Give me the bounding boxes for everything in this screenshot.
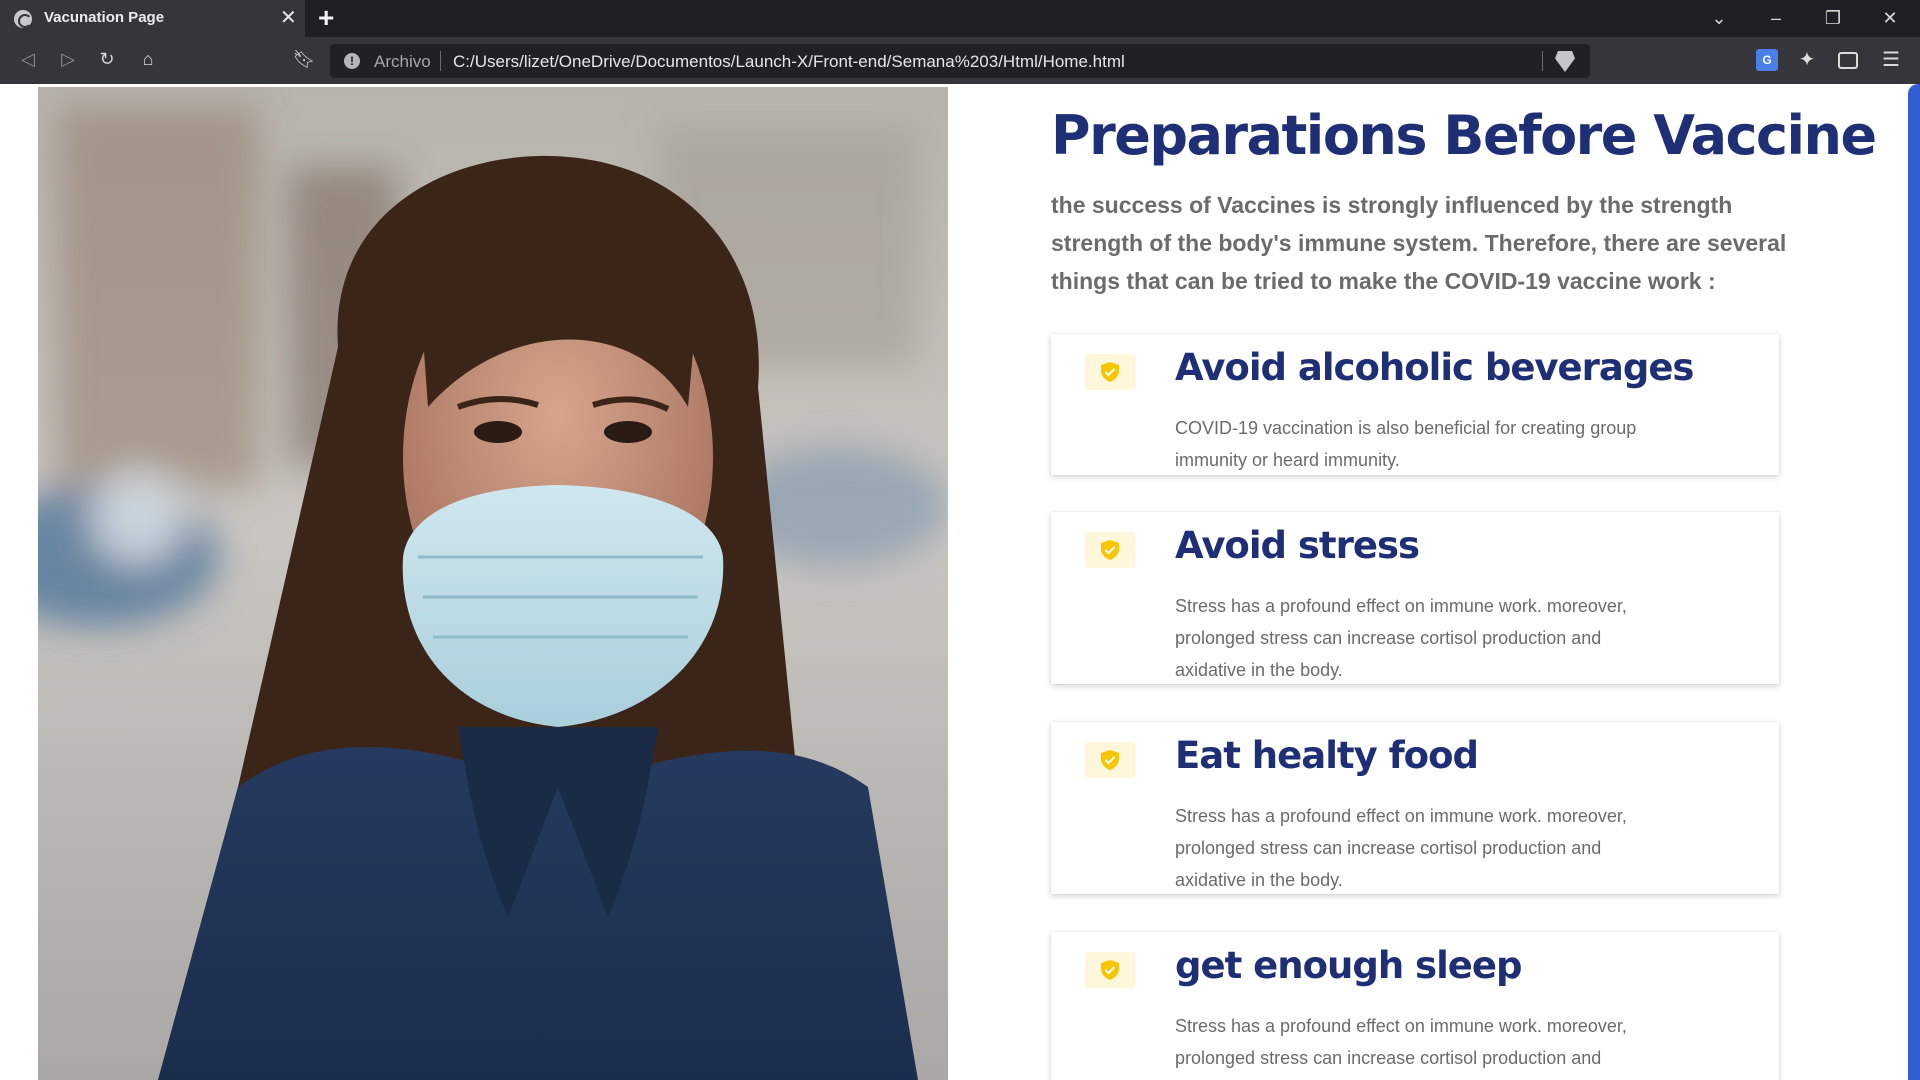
page-title: Preparations Before Vaccine bbox=[1051, 104, 1877, 167]
tab-title: Vacunation Page bbox=[44, 9, 165, 26]
card-body: COVID-19 vaccination is also beneficial … bbox=[1175, 418, 1637, 470]
card-body: Stress has a profound effect on immune w… bbox=[1175, 806, 1627, 890]
url-divider bbox=[1542, 51, 1543, 71]
tip-card: Eat healty food Stress has a profound ef… bbox=[1051, 722, 1779, 894]
url-scheme-label: Archivo bbox=[374, 52, 431, 71]
card-body: Stress has a profound effect on immune w… bbox=[1175, 1016, 1627, 1068]
intro-paragraph: the success of Vaccines is strongly infl… bbox=[1051, 192, 1787, 294]
shield-check-icon bbox=[1101, 540, 1119, 560]
forward-arrow-icon[interactable]: ▷ bbox=[54, 47, 82, 71]
page-content: Preparations Before Vaccine the success … bbox=[0, 84, 1920, 1080]
icon-badge bbox=[1085, 532, 1135, 568]
shield-check-icon bbox=[1101, 750, 1119, 770]
icon-badge bbox=[1085, 952, 1135, 988]
puzzle-icon[interactable]: ✦ bbox=[1796, 49, 1818, 71]
woman-wearing-surgical-mask-photo bbox=[38, 87, 948, 1080]
url-text[interactable]: C:/Users/lizet/OneDrive/Documentos/Launc… bbox=[453, 52, 1125, 72]
icon-badge bbox=[1085, 742, 1135, 778]
browser-tab-strip: Vacunation Page ✕ + ⌄ – ❐ ✕ bbox=[0, 0, 1920, 37]
restore-icon[interactable]: ❐ bbox=[1818, 6, 1848, 30]
wallet-icon[interactable] bbox=[1838, 52, 1858, 69]
plus-icon[interactable]: + bbox=[318, 3, 334, 33]
minimize-icon[interactable]: – bbox=[1761, 6, 1791, 30]
globe-icon bbox=[14, 10, 32, 28]
icon-badge bbox=[1085, 354, 1135, 390]
back-arrow-icon[interactable]: ◁ bbox=[14, 47, 42, 71]
brave-shield-icon[interactable] bbox=[1555, 51, 1575, 72]
browser-toolbar: ◁ ▷ ↻ ⌂ 🔖︎ ! Archivo C:/Users/lizet/OneD… bbox=[0, 37, 1920, 84]
home-icon[interactable]: ⌂ bbox=[134, 47, 162, 71]
card-title: Eat healty food bbox=[1175, 734, 1479, 777]
card-title: Avoid alcoholic beverages bbox=[1175, 346, 1694, 389]
card-title: get enough sleep bbox=[1175, 944, 1522, 987]
chevron-down-icon[interactable]: ⌄ bbox=[1704, 6, 1734, 30]
bookmark-icon[interactable]: 🔖︎ bbox=[290, 47, 318, 71]
url-divider bbox=[440, 51, 441, 71]
browser-tab[interactable]: Vacunation Page ✕ bbox=[0, 0, 305, 37]
tip-card: get enough sleep Stress has a profound e… bbox=[1051, 932, 1779, 1080]
close-icon[interactable]: ✕ bbox=[280, 6, 297, 30]
translate-icon[interactable]: G bbox=[1756, 49, 1778, 71]
card-title: Avoid stress bbox=[1175, 524, 1420, 567]
window-close-icon[interactable]: ✕ bbox=[1875, 6, 1905, 30]
shield-check-icon bbox=[1101, 960, 1119, 980]
reload-icon[interactable]: ↻ bbox=[93, 47, 121, 71]
info-icon[interactable]: ! bbox=[344, 53, 360, 69]
tip-card: Avoid alcoholic beverages COVID-19 vacci… bbox=[1051, 334, 1779, 475]
shield-check-icon bbox=[1101, 362, 1119, 382]
card-body: Stress has a profound effect on immune w… bbox=[1175, 596, 1627, 680]
scrollbar[interactable] bbox=[1908, 84, 1920, 1080]
tip-card: Avoid stress Stress has a profound effec… bbox=[1051, 512, 1779, 684]
hamburger-menu-icon[interactable]: ☰ bbox=[1880, 49, 1902, 71]
address-bar[interactable]: ! Archivo C:/Users/lizet/OneDrive/Docume… bbox=[330, 44, 1590, 78]
